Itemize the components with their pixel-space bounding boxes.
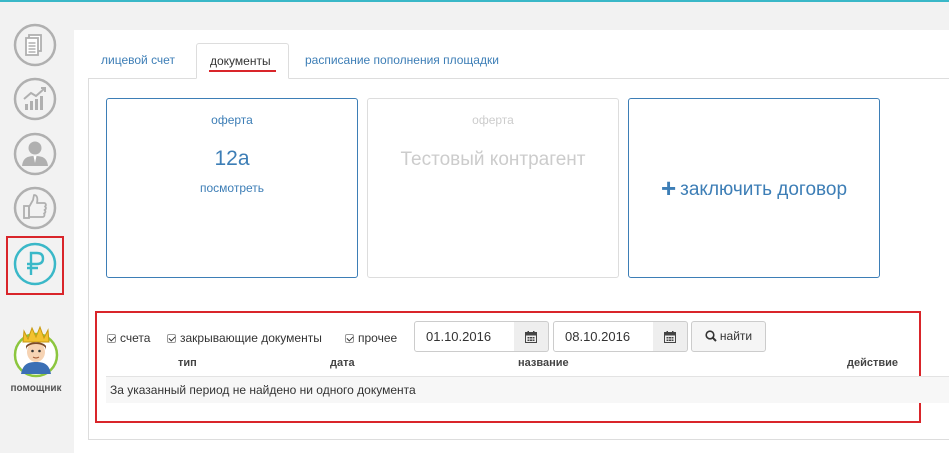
ruble-icon[interactable] xyxy=(13,242,57,286)
tab-documents[interactable]: документы xyxy=(196,43,289,79)
offer-card-subtitle: оферта xyxy=(472,113,514,127)
offer-card-number: 12а xyxy=(214,147,250,170)
checkbox-checked-icon xyxy=(167,334,176,343)
new-contract-label: заключить договор xyxy=(680,179,848,200)
date-from-input[interactable] xyxy=(414,321,515,352)
top-accent-line xyxy=(0,0,949,2)
chart-growth-icon[interactable] xyxy=(13,77,57,121)
offer-card[interactable]: оферта 12а посмотреть xyxy=(106,98,358,278)
documents-icon[interactable] xyxy=(13,23,57,67)
empty-message: За указанный период не найдено ни одного… xyxy=(110,383,416,397)
offer-card-disabled: оферта Тестовый контрагент xyxy=(367,98,619,278)
offer-card-counterparty: Тестовый контрагент xyxy=(400,149,586,170)
column-header-date: дата xyxy=(330,357,355,369)
date-from-calendar-button[interactable] xyxy=(514,321,549,352)
filter-closing-docs-checkbox[interactable]: закрывающие документы xyxy=(167,331,322,345)
calendar-icon xyxy=(525,331,537,343)
checkbox-label: счета xyxy=(120,331,151,345)
checkbox-label: прочее xyxy=(358,331,398,345)
date-to-calendar-button[interactable] xyxy=(653,321,688,352)
tab-account[interactable]: лицевой счет xyxy=(101,43,175,79)
left-sidebar: помощник xyxy=(0,2,72,453)
checkbox-checked-icon xyxy=(107,334,116,343)
new-contract-button[interactable]: + заключить договор xyxy=(629,173,879,204)
helper-avatar-icon[interactable] xyxy=(13,322,59,380)
find-button-label: найти xyxy=(719,329,753,343)
helper-label: помощник xyxy=(10,383,62,394)
thumbs-up-icon[interactable] xyxy=(13,186,57,230)
checkbox-label: закрывающие документы xyxy=(180,331,322,345)
table-empty-row: За указанный период не найдено ни одного… xyxy=(106,377,949,403)
offer-view-link[interactable]: посмотреть xyxy=(107,181,357,195)
filter-other-checkbox[interactable]: прочее xyxy=(345,331,397,345)
column-header-type: тип xyxy=(178,357,197,369)
tab-documents-label: документы xyxy=(210,54,271,68)
date-to-input[interactable] xyxy=(553,321,654,352)
checkbox-checked-icon xyxy=(345,334,354,343)
column-header-action: действие xyxy=(847,357,899,369)
new-contract-card[interactable]: + заключить договор xyxy=(628,98,880,278)
tab-active-underline xyxy=(209,70,276,72)
search-icon xyxy=(705,330,717,342)
filter-invoices-checkbox[interactable]: счета xyxy=(107,331,150,345)
user-icon[interactable] xyxy=(13,132,57,176)
plus-icon: + xyxy=(660,173,677,203)
column-header-name: название xyxy=(518,357,569,369)
tab-topup-schedule[interactable]: расписание пополнения площадки xyxy=(305,43,499,79)
offer-card-subtitle: оферта xyxy=(211,113,253,127)
calendar-icon xyxy=(664,331,676,343)
find-button[interactable]: найти xyxy=(691,321,766,352)
